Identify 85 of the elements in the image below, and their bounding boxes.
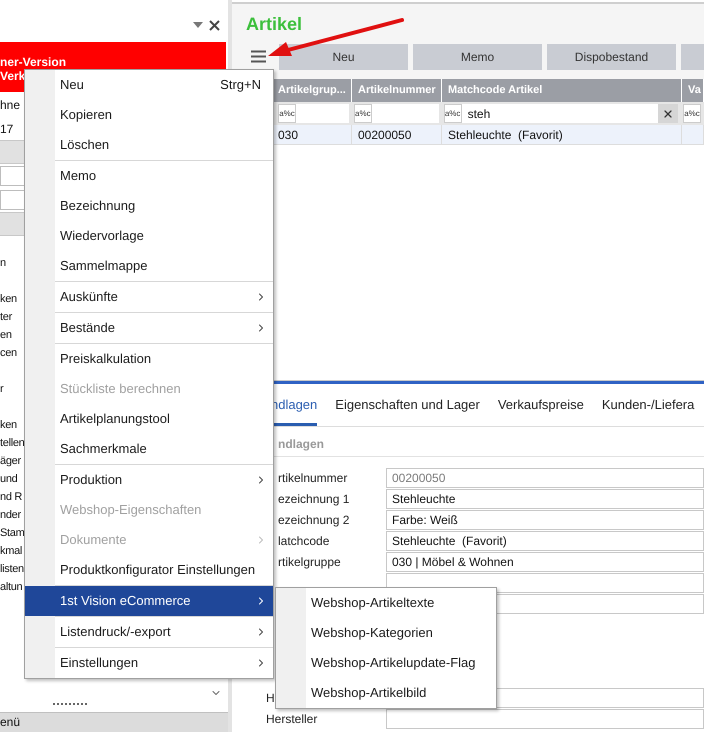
field-label: Hersteller <box>266 711 318 728</box>
table-cell-text: 030 <box>278 126 298 144</box>
list-item[interactable]: listen <box>0 560 24 578</box>
field-label: latchcode <box>278 533 330 550</box>
menu-item[interactable]: Bestände <box>25 313 273 343</box>
menu-item[interactable]: Webshop-Artikeltexte <box>276 588 496 618</box>
list-item[interactable]: n <box>0 254 6 272</box>
list-item[interactable]: kmal <box>0 542 22 560</box>
toolbar-button[interactable]: Memo <box>413 44 542 70</box>
menu-item[interactable]: Artikelplanungstool <box>25 404 273 434</box>
field-label: ezeichnung 2 <box>278 512 350 529</box>
field-value: 00200050 <box>392 470 446 487</box>
tab[interactable]: Verkaufspreise <box>498 384 584 426</box>
input-field[interactable] <box>386 709 704 729</box>
list-item[interactable]: tellen <box>0 434 24 452</box>
menu-item[interactable]: Memo <box>25 161 273 191</box>
input-field[interactable] <box>386 573 704 593</box>
menu-item[interactable]: Webshop-Artikelbild <box>276 678 496 708</box>
list-item[interactable]: altun <box>0 578 22 596</box>
close-icon[interactable] <box>209 20 220 30</box>
filter-field[interactable] <box>296 104 349 123</box>
menu-item[interactable]: Listendruck/-export <box>25 617 273 647</box>
filter-operator-button[interactable]: a%c <box>683 104 701 123</box>
menu-item[interactable]: Wiedervorlage <box>25 221 273 251</box>
menu-item[interactable]: Webshop-Kategorien <box>276 618 496 648</box>
list-item[interactable]: Stam <box>0 524 24 542</box>
filter-operator-button[interactable]: a%c <box>278 104 296 123</box>
menu-item[interactable]: Produktion <box>25 465 273 495</box>
field-value: Stehleuchte (Favorit) <box>392 533 507 550</box>
field-value: 030 | Möbel & Wohnen <box>392 554 514 571</box>
shortcut-text: Strg+N <box>220 76 261 94</box>
menu-item[interactable]: Einstellungen <box>25 648 273 678</box>
menu-item[interactable]: Sachmerkmale <box>25 434 273 464</box>
list-item[interactable]: r <box>0 380 4 398</box>
menu-icon[interactable] <box>251 50 266 63</box>
menu-item[interactable]: 1st Vision eCommerce <box>25 586 273 616</box>
menu-item[interactable]: Preiskalkulation <box>25 344 273 374</box>
field-value: Stehleuchte <box>392 491 456 508</box>
menu-item[interactable]: Neu Strg+N <box>25 70 273 100</box>
input-field[interactable]: 030 | Möbel & Wohnen <box>386 552 704 572</box>
tab[interactable]: Eigenschaften und Lager <box>335 384 480 426</box>
filter-operator-button[interactable]: a%c <box>354 104 372 123</box>
field-label: ezeichnung 1 <box>278 491 350 508</box>
info-text: 17 <box>0 121 14 138</box>
input-field[interactable]: Stehleuchte <box>386 489 704 509</box>
list-item[interactable]: ken <box>0 290 17 308</box>
list-item[interactable]: ter <box>0 308 12 326</box>
filter-value: steh <box>468 106 490 122</box>
field-label: rtikelnummer <box>278 470 348 487</box>
input-field[interactable]: 00200050 <box>386 468 704 488</box>
tab[interactable]: Kunden-/Liefera <box>602 384 694 426</box>
menu-item[interactable]: Produktkonfigurator Einstellungen <box>25 555 273 585</box>
banner-text: Verk <box>0 69 26 83</box>
menu-item[interactable]: Bezeichnung <box>25 191 273 221</box>
dropdown-icon[interactable] <box>193 22 203 28</box>
list-item[interactable]: nd R <box>0 488 22 506</box>
banner-text: ner-Version <box>0 55 66 69</box>
field-label: H <box>266 690 275 707</box>
table-cell-text: Stehleuchte (Favorit) <box>448 126 563 144</box>
info-text: hne <box>0 97 20 114</box>
toolbar-button[interactable]: Dispobestand <box>547 44 676 70</box>
input-field[interactable]: Farbe: Weiß <box>386 510 704 530</box>
menu-item[interactable]: Sammelmappe <box>25 251 273 281</box>
bottom-bar: enü <box>0 712 228 732</box>
filter-field[interactable]: steh <box>462 104 658 123</box>
section-heading: ndlagen <box>278 436 324 453</box>
list-item[interactable]: cen <box>0 344 17 362</box>
menu-item[interactable]: Auskünfte <box>25 282 273 312</box>
filter-operator-button[interactable]: a%c <box>444 104 462 123</box>
list-item[interactable]: en <box>0 326 12 344</box>
list-item[interactable]: und <box>0 470 18 488</box>
list-item[interactable]: ken <box>0 416 17 434</box>
menu-item[interactable]: Webshop-Artikelupdate-Flag <box>276 648 496 678</box>
filter-field[interactable] <box>372 104 439 123</box>
input-field[interactable]: Stehleuchte (Favorit) <box>386 531 704 551</box>
clear-button[interactable] <box>658 104 678 123</box>
field-label: rtikelgruppe <box>278 554 341 571</box>
close-icon <box>662 108 674 120</box>
list-item[interactable]: äger <box>0 452 21 470</box>
page-title: Artikel <box>246 14 302 34</box>
toolbar-button[interactable]: Neu <box>279 44 408 70</box>
field-value: Farbe: Weiß <box>392 512 458 529</box>
resize-handle[interactable] <box>53 703 87 705</box>
table-cell-text: 00200050 <box>358 126 412 144</box>
list-item[interactable]: nder <box>0 506 21 524</box>
